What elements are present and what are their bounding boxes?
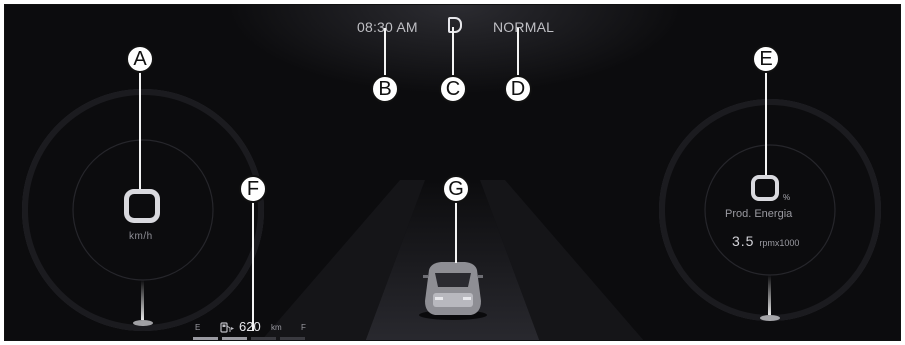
fuel-full-label: F — [301, 323, 306, 332]
callout-leader-f — [252, 201, 254, 331]
callout-leader-c — [452, 27, 454, 77]
callout-leader-g — [455, 201, 457, 263]
callout-b: B — [371, 75, 399, 103]
fuel-range-value: 620 — [239, 319, 261, 334]
fuel-range-unit: km — [271, 323, 282, 332]
power-percent-unit: % — [783, 193, 791, 202]
fuel-bar-segment — [193, 337, 218, 340]
fuel-pump-icon — [220, 322, 234, 333]
speedometer-needle-base — [133, 320, 153, 326]
power-digit-placeholder — [751, 175, 779, 201]
fuel-empty-label: E — [195, 323, 201, 332]
drive-mode: NORMAL — [493, 19, 555, 35]
rpm-unit: rpmx1000 — [759, 238, 800, 248]
callout-d: D — [504, 75, 532, 103]
speed-unit: km/h — [129, 231, 153, 242]
callout-g: G — [442, 175, 470, 203]
speed-digit-placeholder — [124, 189, 160, 223]
rpm-readout: 3.5 rpmx1000 — [732, 233, 799, 249]
callout-leader-d — [517, 28, 519, 77]
speedometer-needle — [141, 280, 144, 320]
power-needle — [768, 275, 771, 315]
fuel-bar-segment — [251, 337, 276, 340]
fuel-bar-segment — [222, 337, 247, 340]
callout-c: C — [439, 75, 467, 103]
callout-e: E — [752, 45, 780, 73]
callout-f: F — [239, 175, 267, 203]
rpm-value: 3.5 — [732, 233, 755, 249]
fuel-level-bars — [193, 337, 307, 340]
power-label: Prod. Energia — [725, 208, 793, 220]
vehicle-icon — [419, 262, 487, 320]
callout-leader-b — [384, 28, 386, 77]
callout-leader-a — [139, 71, 141, 189]
gear-indicator-icon — [448, 17, 462, 33]
fuel-bar-segment — [280, 337, 305, 340]
callout-leader-e — [765, 71, 767, 175]
power-needle-base — [760, 315, 780, 321]
clock: 08:30 AM — [357, 19, 418, 35]
callout-a: A — [126, 45, 154, 73]
instrument-cluster: 08:30 AM NORMAL km/h % Prod. Energia 3.5… — [4, 4, 901, 341]
